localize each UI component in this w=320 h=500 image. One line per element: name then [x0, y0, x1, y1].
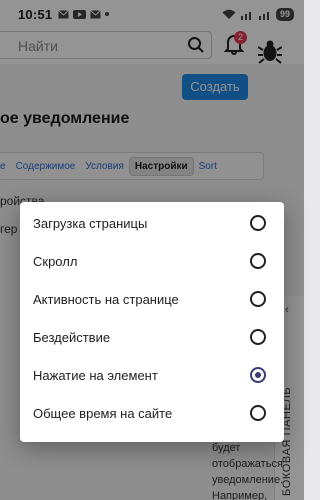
trigger-select-dialog: Загрузка страницы Скролл Активность на с…	[20, 202, 284, 442]
option-label: Загрузка страницы	[33, 215, 148, 231]
option-inactivity[interactable]: Бездействие	[20, 318, 284, 356]
radio-button[interactable]	[250, 329, 266, 345]
option-page-load[interactable]: Загрузка страницы	[20, 204, 284, 242]
option-total-time[interactable]: Общее время на сайте	[20, 394, 284, 432]
option-label: Бездействие	[33, 329, 111, 345]
radio-button[interactable]	[250, 253, 266, 269]
option-label: Нажатие на элемент	[33, 367, 158, 383]
option-element-click[interactable]: Нажатие на элемент	[20, 356, 284, 394]
radio-button-selected[interactable]	[250, 367, 266, 383]
option-label: Скролл	[33, 253, 78, 269]
option-scroll[interactable]: Скролл	[20, 242, 284, 280]
option-page-activity[interactable]: Активность на странице	[20, 280, 284, 318]
radio-button[interactable]	[250, 215, 266, 231]
option-label: Активность на странице	[33, 291, 179, 307]
radio-button[interactable]	[250, 405, 266, 421]
option-label: Общее время на сайте	[33, 405, 173, 421]
radio-button[interactable]	[250, 291, 266, 307]
